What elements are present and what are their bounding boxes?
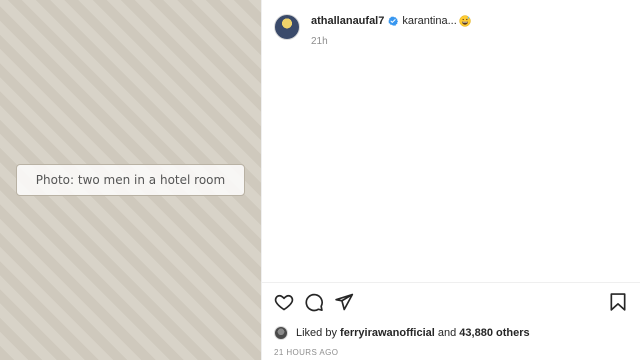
instagram-post: Photo: two men in a hotel room athallana… xyxy=(0,0,640,360)
post-sidebar: athallanaufal7 karantina... 21h Liked by… xyxy=(262,0,640,360)
likes-prefix: Liked by xyxy=(296,327,337,339)
liker-username[interactable]: ferryirawanofficial xyxy=(340,327,435,339)
header-text: athallanaufal7 karantina... 21h xyxy=(311,10,471,47)
comment-button[interactable] xyxy=(304,292,324,312)
likes-text: Liked by ferryirawanofficial and 43,880 … xyxy=(296,327,530,339)
post-media[interactable]: Photo: two men in a hotel room xyxy=(0,0,262,360)
caption-line: athallanaufal7 karantina... xyxy=(311,10,471,32)
heart-icon xyxy=(274,294,294,311)
posted-timestamp: 21 HOURS AGO xyxy=(274,348,339,357)
actions-divider xyxy=(262,282,640,283)
likes-summary: Liked by ferryirawanofficial and 43,880 … xyxy=(274,325,628,341)
likes-count-link[interactable]: 43,880 others xyxy=(459,327,529,339)
post-caption: karantina... xyxy=(402,15,457,27)
post-time-ago: 21h xyxy=(311,36,328,47)
like-button[interactable] xyxy=(274,292,294,312)
author-username[interactable]: athallanaufal7 xyxy=(311,15,384,27)
grinning-sweat-emoji-icon xyxy=(459,15,471,27)
verified-badge-icon xyxy=(388,16,399,26)
liker-avatar[interactable] xyxy=(274,326,288,340)
save-button[interactable] xyxy=(608,292,628,312)
comment-icon xyxy=(305,293,323,312)
action-bar xyxy=(262,290,640,316)
media-placeholder-label: Photo: two men in a hotel room xyxy=(16,164,245,196)
bookmark-icon xyxy=(610,293,626,311)
share-button[interactable] xyxy=(334,292,354,312)
post-header: athallanaufal7 karantina... 21h xyxy=(274,10,628,54)
likes-connector: and xyxy=(437,327,457,339)
author-avatar[interactable] xyxy=(274,14,300,40)
paper-plane-icon xyxy=(335,293,354,311)
